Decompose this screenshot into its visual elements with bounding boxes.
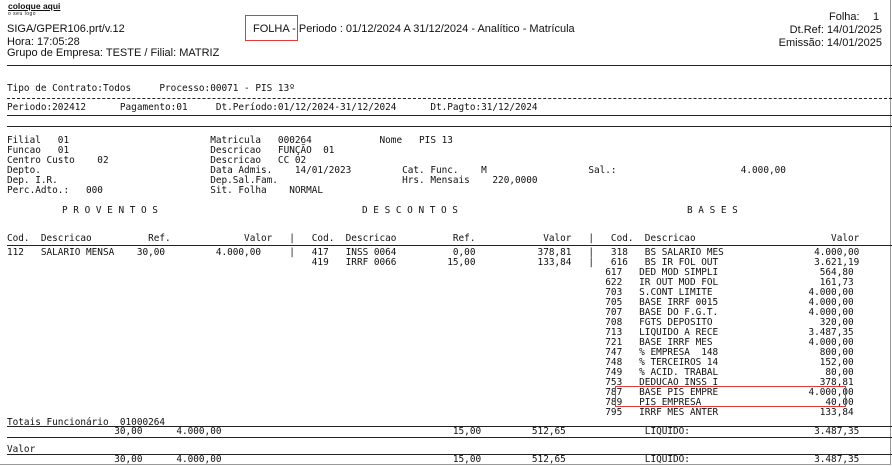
divider xyxy=(7,115,892,116)
section-bases: B A S E S xyxy=(687,205,738,216)
report-title: FOLHA - Periodo : 01/12/2024 A 31/12/202… xyxy=(253,23,575,35)
company-logo: coloque aqui o seu logo xyxy=(8,2,60,18)
highlight-box-folha xyxy=(245,15,298,41)
divider xyxy=(7,245,892,246)
divider xyxy=(7,437,892,438)
period-line: Periodo:202412 Pagamento:01 Dt.Período:0… xyxy=(7,102,538,113)
section-proventos: P R O V E N T O S xyxy=(62,205,158,216)
company-group: Grupo de Empresa: TESTE / Filial: MATRIZ xyxy=(7,47,220,59)
employee-info: Filial 01 Matricula 000264 Nome PIS 13 F… xyxy=(7,136,786,196)
reference-date: Dt.Ref: 14/01/2025 xyxy=(789,24,882,36)
contract-process-line: Tipo de Contrato:Todos Processo:00071 - … xyxy=(7,83,295,94)
program-name: SIGA/GPER106.prt/v.12 xyxy=(7,23,125,35)
highlight-box-pis xyxy=(615,386,846,407)
column-headers: Cod. Descricao Ref. Valor | Cod. Descric… xyxy=(7,233,860,244)
divider xyxy=(7,126,892,127)
page-number: 1 xyxy=(873,11,880,23)
page-label: Folha: xyxy=(829,11,860,23)
totals-line: 30,00 4.000,00 15,00 512,65 LIQUIDO: 3.4… xyxy=(7,426,860,437)
employee-line: Perc.Adto.: 000 Sit. Folha NORMAL xyxy=(7,185,324,196)
title-period: - Periodo : 01/12/2024 A 31/12/2024 - An… xyxy=(289,23,575,35)
totals-line-2: 30,00 4.000,00 15,00 512,65 LIQUIDO: 3.4… xyxy=(7,454,860,465)
divider xyxy=(7,98,892,99)
logo-line1: coloque aqui xyxy=(8,1,61,11)
divider xyxy=(7,65,892,66)
logo-line2: o seu logo xyxy=(8,11,37,17)
emission-date: Emissão: 14/01/2025 xyxy=(778,37,882,49)
section-descontos: D E S C O N T O S xyxy=(362,205,458,216)
